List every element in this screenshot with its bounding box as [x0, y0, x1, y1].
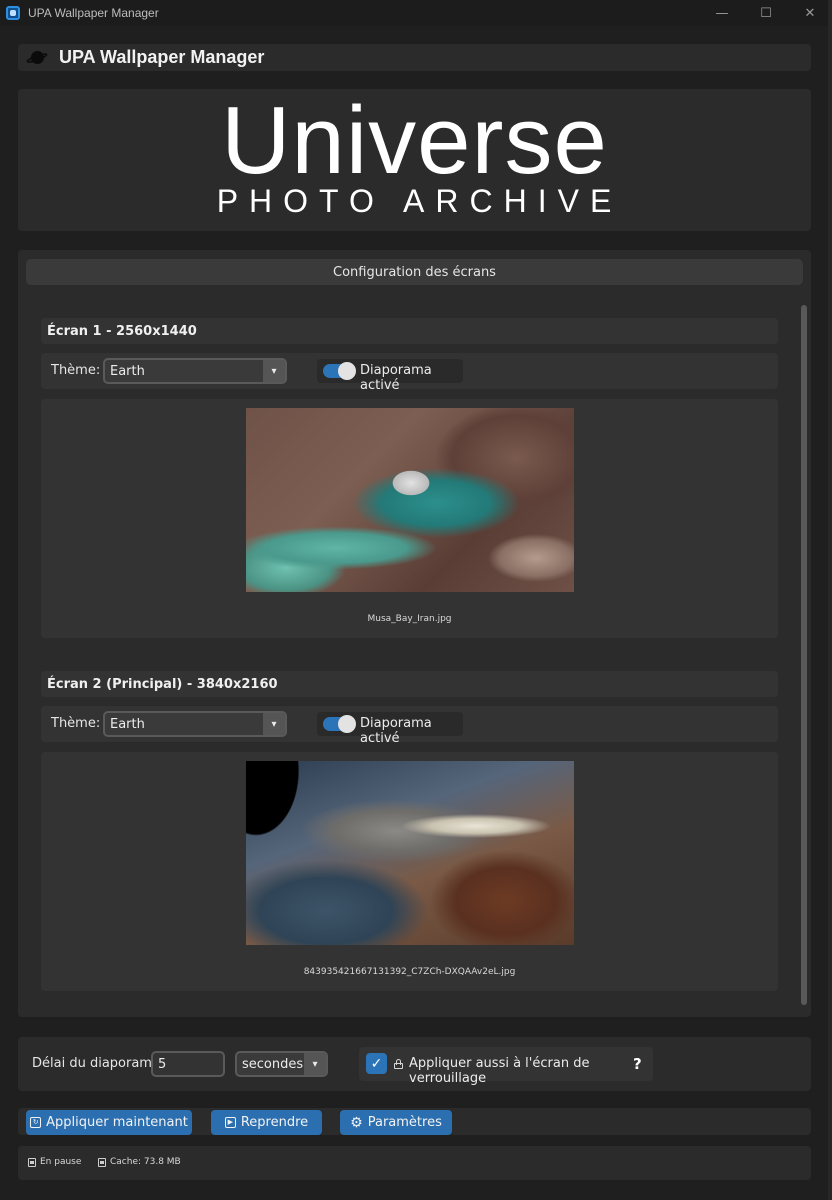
play-icon: ▶ — [224, 1117, 236, 1128]
lock-icon — [394, 1059, 403, 1069]
apply-now-label: Appliquer maintenant — [46, 1115, 188, 1130]
wallpaper-filename: Musa_Bay_Iran.jpg — [367, 614, 452, 624]
unit-value: secondes — [242, 1057, 304, 1072]
actions-bar: ↻ Appliquer maintenant ▶ Reprendre ⚙ Par… — [18, 1108, 811, 1135]
theme-label: Thème: — [51, 716, 101, 731]
maximize-button[interactable]: ☐ — [744, 0, 788, 26]
lockscreen-option: ✓ Appliquer aussi à l'écran de verrouill… — [359, 1047, 653, 1086]
config-title: Configuration des écrans — [26, 259, 803, 285]
theme-value: Earth — [110, 717, 145, 732]
settings-label: Paramètres — [367, 1115, 442, 1130]
lockscreen-checkbox[interactable]: ✓ — [366, 1053, 387, 1074]
pause-status: En pause — [28, 1157, 81, 1167]
toggle-switch[interactable] — [323, 362, 356, 380]
screen-1-theme-select[interactable]: Earth ▾ — [103, 358, 287, 384]
help-icon[interactable]: ? — [633, 1055, 642, 1073]
close-button[interactable]: ✕ — [788, 0, 832, 26]
window-title: UPA Wallpaper Manager — [28, 6, 159, 20]
slideshow-label: Diaporama activé — [360, 716, 432, 746]
screen-2-slideshow-toggle[interactable]: Diaporama activé — [317, 712, 463, 746]
screen-2-theme-select[interactable]: Earth ▾ — [103, 711, 287, 737]
resume-button[interactable]: ▶ Reprendre — [211, 1110, 322, 1135]
chevron-down-icon[interactable]: ▾ — [304, 1053, 326, 1075]
planet-icon — [25, 50, 49, 65]
slideshow-delay-panel: Délai du diaporama: 5 secondes ▾ ✓ Appli… — [18, 1037, 811, 1091]
delay-input[interactable]: 5 — [151, 1051, 225, 1077]
chevron-down-icon[interactable]: ▾ — [263, 360, 285, 382]
gear-icon: ⚙ — [350, 1114, 363, 1131]
wallpaper-preview-image — [246, 408, 574, 592]
app-icon — [6, 6, 20, 20]
delay-label: Délai du diaporama: — [32, 1056, 165, 1071]
window-edge — [828, 0, 832, 1200]
lockscreen-label: Appliquer aussi à l'écran de verrouillag… — [409, 1056, 590, 1086]
delay-unit-select[interactable]: secondes ▾ — [235, 1051, 328, 1077]
screen-1-preview: Musa_Bay_Iran.jpg — [41, 399, 778, 638]
screens-scroll-area[interactable]: Écran 1 - 2560x1440 Thème: Earth ▾ Diapo… — [18, 300, 811, 1010]
screen-1-heading: Écran 1 - 2560x1440 — [41, 318, 778, 344]
cache-status: Cache: 73.8 MB — [98, 1157, 181, 1167]
disk-icon — [98, 1157, 106, 1167]
screen-1-slideshow-toggle[interactable]: Diaporama activé — [317, 359, 463, 393]
logo-sub-text: PHOTO ARCHIVE — [216, 183, 623, 219]
minimize-button[interactable]: — — [700, 0, 744, 26]
settings-button[interactable]: ⚙ Paramètres — [340, 1110, 452, 1135]
apply-now-button[interactable]: ↻ Appliquer maintenant — [26, 1110, 192, 1135]
resume-label: Reprendre — [240, 1115, 309, 1130]
wallpaper-filename: 843935421667131392_C7ZCh-DXQAAv2eL.jpg — [303, 967, 516, 977]
logo-main-text: Universe — [221, 87, 608, 194]
screen-2-controls: Thème: Earth ▾ Diaporama activé — [41, 706, 778, 746]
window-titlebar: UPA Wallpaper Manager — ☐ ✕ — [0, 0, 832, 26]
screens-config-panel: Configuration des écrans Écran 1 - 2560x… — [18, 250, 811, 1017]
cache-status-text: Cache: 73.8 MB — [110, 1157, 181, 1167]
slideshow-label: Diaporama activé — [360, 363, 432, 393]
screen-1-controls: Thème: Earth ▾ Diaporama activé — [41, 353, 778, 393]
pause-icon — [28, 1157, 36, 1167]
logo-banner: Universe PHOTO ARCHIVE — [18, 89, 811, 231]
app-header: UPA Wallpaper Manager — [18, 44, 811, 71]
apply-icon: ↻ — [30, 1117, 42, 1128]
pause-status-text: En pause — [40, 1157, 82, 1167]
screen-2-preview: 843935421667131392_C7ZCh-DXQAAv2eL.jpg — [41, 752, 778, 991]
window-controls: — ☐ ✕ — [700, 0, 832, 26]
theme-label: Thème: — [51, 363, 101, 378]
status-bar: En pause Cache: 73.8 MB — [18, 1146, 811, 1180]
vertical-scrollbar[interactable] — [801, 305, 807, 1005]
wallpaper-preview-image — [246, 761, 574, 945]
toggle-switch[interactable] — [323, 715, 356, 733]
header-title: UPA Wallpaper Manager — [59, 47, 265, 67]
theme-value: Earth — [110, 364, 145, 379]
screen-2-heading: Écran 2 (Principal) - 3840x2160 — [41, 671, 778, 697]
chevron-down-icon[interactable]: ▾ — [263, 713, 285, 735]
